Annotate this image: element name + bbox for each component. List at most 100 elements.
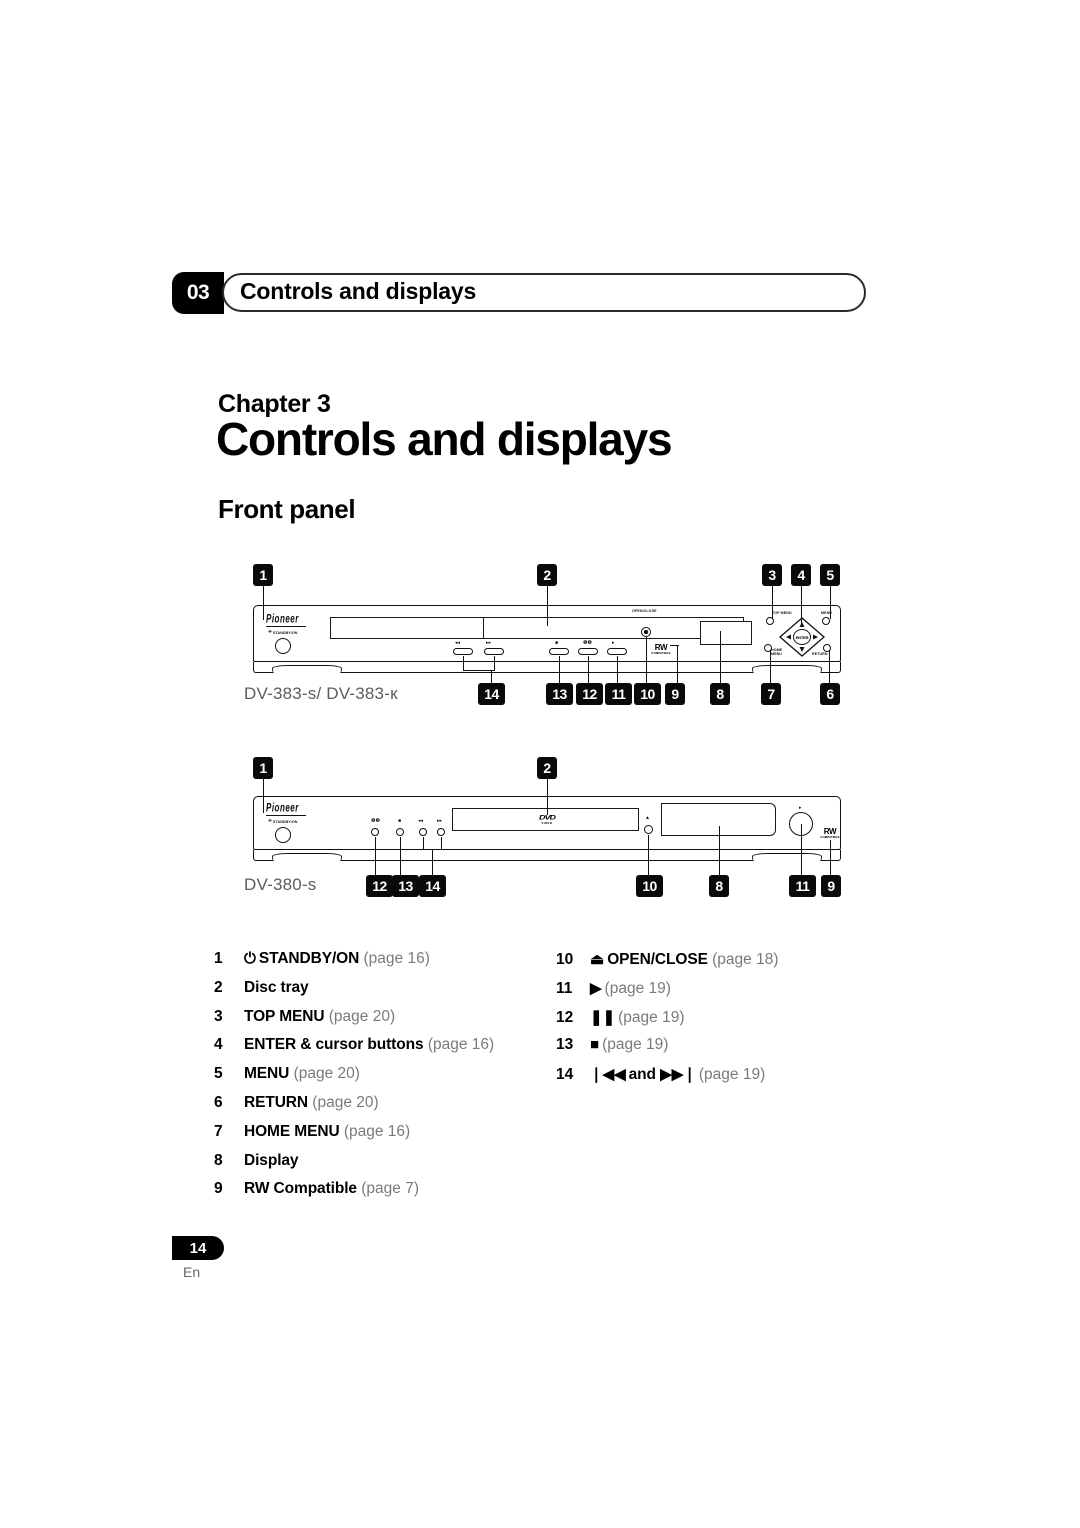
power-symbol-icon: ⎈ bbox=[268, 629, 273, 635]
disc-tray-d2[interactable] bbox=[452, 808, 639, 831]
prev-button-d2[interactable] bbox=[419, 828, 427, 836]
home-menu-button[interactable] bbox=[764, 644, 772, 652]
callout-8-bottom: 8 bbox=[710, 683, 730, 705]
menu-label: MENU bbox=[821, 611, 832, 615]
legend-label: and bbox=[628, 1066, 656, 1084]
legend-number: 9 bbox=[214, 1180, 223, 1198]
legend-number: 2 bbox=[214, 978, 223, 996]
leader-9 bbox=[677, 646, 678, 683]
foot-pad-right bbox=[752, 665, 822, 673]
leader-14b-d2 bbox=[441, 837, 442, 850]
pause-button[interactable] bbox=[578, 648, 598, 655]
open-close-button[interactable] bbox=[641, 627, 651, 637]
callout-12-bottom-d2: 12 bbox=[366, 875, 393, 897]
pause-button-d2[interactable] bbox=[371, 828, 379, 836]
enter-button[interactable]: ENTER bbox=[793, 629, 811, 645]
legend-text: Display bbox=[244, 1152, 299, 1170]
disc-tray-extension bbox=[484, 617, 744, 639]
power-icon: ⏻ bbox=[244, 950, 256, 967]
leader-14c-d2 bbox=[432, 849, 433, 875]
prev-button[interactable] bbox=[453, 648, 473, 655]
rw-compatible-subtitle: COMPATIBLE bbox=[651, 651, 671, 655]
leader-10-d2 bbox=[648, 835, 649, 875]
standby-on-button-d2[interactable] bbox=[275, 827, 291, 843]
stop-icon: ■ bbox=[590, 1036, 600, 1054]
standby-on-button[interactable] bbox=[275, 638, 291, 654]
stop-button-d2[interactable] bbox=[396, 828, 404, 836]
leader-14a bbox=[463, 656, 464, 671]
foot-pad-left-d2 bbox=[272, 853, 342, 861]
rw-leader-h bbox=[670, 645, 679, 646]
legend-page-ref: (page 16) bbox=[363, 950, 430, 967]
return-button[interactable] bbox=[823, 644, 831, 652]
legend-number: 13 bbox=[556, 1036, 574, 1054]
callout-10-bottom: 10 bbox=[634, 683, 661, 705]
legend-text: TOP MENU (page 20) bbox=[244, 1008, 395, 1026]
callout-13-bottom: 13 bbox=[546, 683, 573, 705]
open-close-label: OPEN/CLOSE bbox=[632, 609, 657, 613]
leader-9-d2 bbox=[830, 840, 831, 875]
legend-text: RETURN (page 20) bbox=[244, 1094, 379, 1112]
brand-logo-d2: Pioneer bbox=[266, 800, 299, 815]
chassis-base bbox=[253, 662, 841, 673]
legend-page-ref: (page 19) bbox=[698, 1066, 766, 1084]
leader-14a-d2 bbox=[423, 837, 424, 850]
cursor-pad[interactable]: ENTER bbox=[779, 617, 825, 657]
legend-number: 11 bbox=[556, 979, 573, 997]
legend-label: Disc tray bbox=[244, 978, 309, 996]
rw-compatible-title-d2: RW bbox=[823, 827, 837, 836]
leader-5 bbox=[830, 586, 831, 619]
section-title: Front panel bbox=[218, 494, 356, 524]
legend-page-ref: (page 19) bbox=[604, 979, 671, 997]
legend-item: 1 ⏻ STANDBY/ON (page 16) bbox=[214, 950, 544, 979]
legend-label: OPEN/CLOSE bbox=[607, 951, 708, 968]
chassis-bottom-rule-d2 bbox=[253, 850, 841, 851]
leader-1-d2 bbox=[263, 779, 264, 813]
play-icon: ▶ bbox=[590, 979, 602, 997]
legend-page-ref: (page 20) bbox=[312, 1093, 379, 1111]
legend-column-left: 1 ⏻ STANDBY/ON (page 16) 2 Disc tray 3 TO… bbox=[214, 950, 544, 1209]
leader-13 bbox=[559, 656, 560, 683]
legend-number: 4 bbox=[214, 1036, 223, 1054]
callout-4-top: 4 bbox=[791, 564, 811, 586]
next-button[interactable] bbox=[484, 648, 504, 655]
legend-text: ❚❚ (page 19) bbox=[590, 1008, 685, 1027]
leader-14b bbox=[494, 656, 495, 671]
legend-text: ⏏ OPEN/CLOSE (page 18) bbox=[590, 950, 779, 969]
stop-button[interactable] bbox=[549, 648, 569, 655]
chassis-bottom-rule-1 bbox=[253, 662, 841, 663]
leader-6 bbox=[829, 650, 830, 683]
chapter-number-tab: 03 bbox=[172, 272, 224, 314]
display-window-d2 bbox=[661, 803, 776, 836]
stop-glyph-icon-d2: ■ bbox=[398, 818, 402, 824]
callout-3-top: 3 bbox=[762, 564, 782, 586]
legend-text: ▶ (page 19) bbox=[590, 979, 671, 998]
play-button[interactable] bbox=[607, 648, 627, 655]
legend-text: RW Compatible (page 7) bbox=[244, 1180, 419, 1198]
legend-label: RW Compatible bbox=[244, 1180, 357, 1198]
callout-5-top: 5 bbox=[820, 564, 840, 586]
legend-page-ref: (page 20) bbox=[293, 1065, 360, 1083]
leader-11 bbox=[617, 656, 618, 683]
model-label-dv380: DV-380-s bbox=[244, 875, 317, 894]
legend-number: 1 bbox=[214, 950, 223, 967]
play-glyph-icon-d2: ▸ bbox=[799, 805, 802, 811]
legend-text: Disc tray bbox=[244, 979, 309, 997]
leader-12 bbox=[588, 656, 589, 683]
stop-glyph-icon: ■ bbox=[555, 640, 559, 646]
leader-12-d2 bbox=[375, 837, 376, 875]
next-button-d2[interactable] bbox=[437, 828, 445, 836]
legend-item: 10 ⏏ OPEN/CLOSE (page 18) bbox=[556, 950, 856, 979]
legend-number: 10 bbox=[556, 951, 574, 968]
legend-item: 9 RW Compatible (page 7) bbox=[214, 1180, 544, 1209]
disc-tray[interactable] bbox=[330, 617, 484, 639]
legend-text: ENTER & cursor buttons (page 16) bbox=[244, 1036, 494, 1054]
legend-number: 3 bbox=[214, 1007, 223, 1025]
play-button-d2[interactable] bbox=[789, 812, 813, 836]
legend-item: 5 MENU (page 20) bbox=[214, 1065, 544, 1094]
foot-pad-left bbox=[272, 665, 342, 673]
pause-icon: ❚❚ bbox=[590, 1008, 616, 1026]
open-close-button-d2[interactable] bbox=[644, 825, 653, 834]
rw-compatible-title: RW bbox=[654, 643, 668, 652]
top-menu-button[interactable] bbox=[766, 617, 774, 625]
